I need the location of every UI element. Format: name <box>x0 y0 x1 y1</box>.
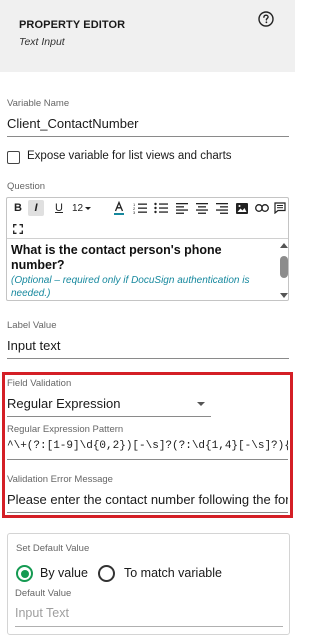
font-size-value: 12 <box>72 202 84 214</box>
question-label: Question <box>7 181 46 192</box>
align-right-icon[interactable] <box>214 200 230 216</box>
field-validation-underline <box>7 416 211 417</box>
panel-subtitle: Text Input <box>19 36 65 48</box>
regex-pattern-input[interactable]: ^\+(?:[1-9]\d{0,2})[-\s]?(?:\d{1,4}[-\s]… <box>7 440 288 452</box>
default-value-underline <box>15 626 283 627</box>
editor-scrollbar[interactable] <box>279 242 289 300</box>
question-note: (Optional – required only if DocuSign au… <box>11 275 250 299</box>
align-center-icon[interactable] <box>194 200 210 216</box>
italic-button[interactable]: I <box>28 200 44 216</box>
by-value-label: By value <box>40 566 88 580</box>
panel-title: PROPERTY EDITOR <box>19 19 126 31</box>
to-match-variable-radio[interactable] <box>98 565 115 582</box>
variable-name-input[interactable]: Client_ContactNumber <box>7 116 289 131</box>
comment-icon[interactable] <box>273 200 287 216</box>
question-text: What is the contact person's phone numbe… <box>11 243 222 272</box>
scroll-up-arrow-icon[interactable] <box>280 243 288 248</box>
by-value-radio[interactable] <box>16 565 33 582</box>
regex-pattern-underline <box>7 459 288 460</box>
numbered-list-icon[interactable]: 123 <box>132 200 148 216</box>
underline-button[interactable]: U <box>52 200 66 216</box>
label-value-label: Label Value <box>7 320 57 331</box>
scrollbar-thumb[interactable] <box>280 256 288 278</box>
variable-name-underline <box>7 136 289 137</box>
validation-error-underline <box>7 512 288 513</box>
default-value-input[interactable]: Input Text <box>15 606 69 620</box>
chevron-down-icon <box>85 206 92 210</box>
variable-name-label: Variable Name <box>7 98 70 109</box>
svg-text:3: 3 <box>133 210 136 214</box>
label-value-underline <box>7 358 289 359</box>
fullscreen-icon[interactable] <box>11 221 25 237</box>
default-value-label: Default Value <box>15 588 72 599</box>
to-match-variable-label: To match variable <box>124 566 222 580</box>
field-validation-label: Field Validation <box>7 378 72 389</box>
label-value-input[interactable]: Input text <box>7 338 289 353</box>
default-value-card: Set Default Value By value To match vari… <box>7 533 290 635</box>
validation-error-label: Validation Error Message <box>7 474 113 485</box>
question-rich-text-editor: B I U 12 123 What is the contact person'… <box>6 197 289 301</box>
editor-header: PROPERTY EDITOR Text Input <box>0 0 295 72</box>
link-icon[interactable] <box>254 200 270 216</box>
question-editor-content[interactable]: What is the contact person's phone numbe… <box>11 243 273 299</box>
bold-button[interactable]: B <box>11 200 25 216</box>
text-color-icon[interactable] <box>111 200 127 216</box>
regex-pattern-label: Regular Expression Pattern <box>7 424 124 435</box>
bullet-list-icon[interactable] <box>153 200 169 216</box>
expose-checkbox-label: Expose variable for list views and chart… <box>27 150 232 162</box>
align-left-icon[interactable] <box>174 200 190 216</box>
help-icon[interactable] <box>258 11 274 27</box>
image-icon[interactable] <box>234 200 250 216</box>
default-section-label: Set Default Value <box>16 543 90 554</box>
validation-error-input[interactable]: Please enter the contact number followin… <box>7 492 288 507</box>
font-size-dropdown[interactable]: 12 <box>72 200 98 216</box>
field-validation-select[interactable]: Regular Expression <box>7 396 192 411</box>
rich-text-toolbar: B I U 12 123 <box>7 198 288 239</box>
scroll-down-arrow-icon[interactable] <box>280 293 288 298</box>
chevron-down-icon[interactable] <box>197 402 205 406</box>
expose-checkbox[interactable] <box>7 151 20 164</box>
